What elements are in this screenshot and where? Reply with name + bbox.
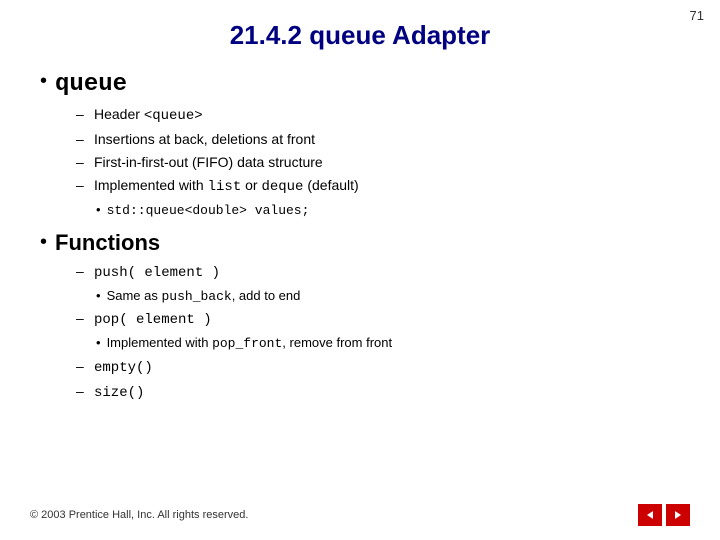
functions-push-detail: • Same as push_back, add to end [96,286,680,307]
nav-buttons[interactable] [638,504,690,526]
slide-number: 71 [690,8,704,23]
functions-empty-label: empty() [94,356,153,379]
queue-section: • queue – Header <queue> – Insertions at… [40,69,680,220]
queue-sub-text-3: First-in-first-out (FIFO) data structure [94,152,323,173]
functions-push-label: push( element ) [94,261,220,284]
functions-pop-item: – pop( element ) [76,308,680,331]
bullet-dot-functions: • [40,230,47,254]
functions-push-detail-text: Same as push_back, add to end [107,286,301,307]
queue-sub-item-3: – First-in-first-out (FIFO) data structu… [76,152,680,173]
queue-sub-text-2: Insertions at back, deletions at front [94,129,315,150]
functions-pop-detail-text: Implemented with pop_front, remove from … [107,333,393,354]
slide: 71 21.4.2 queue Adapter • queue – Header… [0,0,720,540]
functions-sub-items: – push( element ) • Same as push_back, a… [76,261,680,404]
queue-sub-text-1: Header <queue> [94,104,203,127]
functions-push-item: – push( element ) [76,261,680,284]
functions-size-item: – size() [76,381,680,404]
functions-pop-detail: • Implemented with pop_front, remove fro… [96,333,680,354]
bullet-dot-queue: • [40,69,47,93]
next-button[interactable] [666,504,690,526]
queue-sub-item-2: – Insertions at back, deletions at front [76,129,680,150]
queue-code-example: • std::queue<double> values; [96,200,680,221]
functions-pop-label: pop( element ) [94,308,212,331]
functions-size-label: size() [94,381,144,404]
prev-button[interactable] [638,504,662,526]
queue-sub-item-1: – Header <queue> [76,104,680,127]
queue-sub-items: – Header <queue> – Insertions at back, d… [76,104,680,221]
queue-sub-item-4: – Implemented with list or deque (defaul… [76,175,680,198]
queue-sub-text-4: Implemented with list or deque (default) [94,175,359,198]
footer: © 2003 Prentice Hall, Inc. All rights re… [0,504,720,526]
queue-label: queue [55,69,127,100]
next-icon [673,510,683,520]
queue-code-text: std::queue<double> values; [107,200,310,221]
functions-section: • Functions – push( element ) • Same as … [40,230,680,403]
functions-label: Functions [55,230,160,256]
functions-bullet: • Functions [40,230,680,256]
slide-title: 21.4.2 queue Adapter [40,20,680,51]
copyright-text: © 2003 Prentice Hall, Inc. All rights re… [30,509,638,521]
prev-icon [645,510,655,520]
functions-empty-item: – empty() [76,356,680,379]
queue-bullet: • queue [40,69,680,100]
